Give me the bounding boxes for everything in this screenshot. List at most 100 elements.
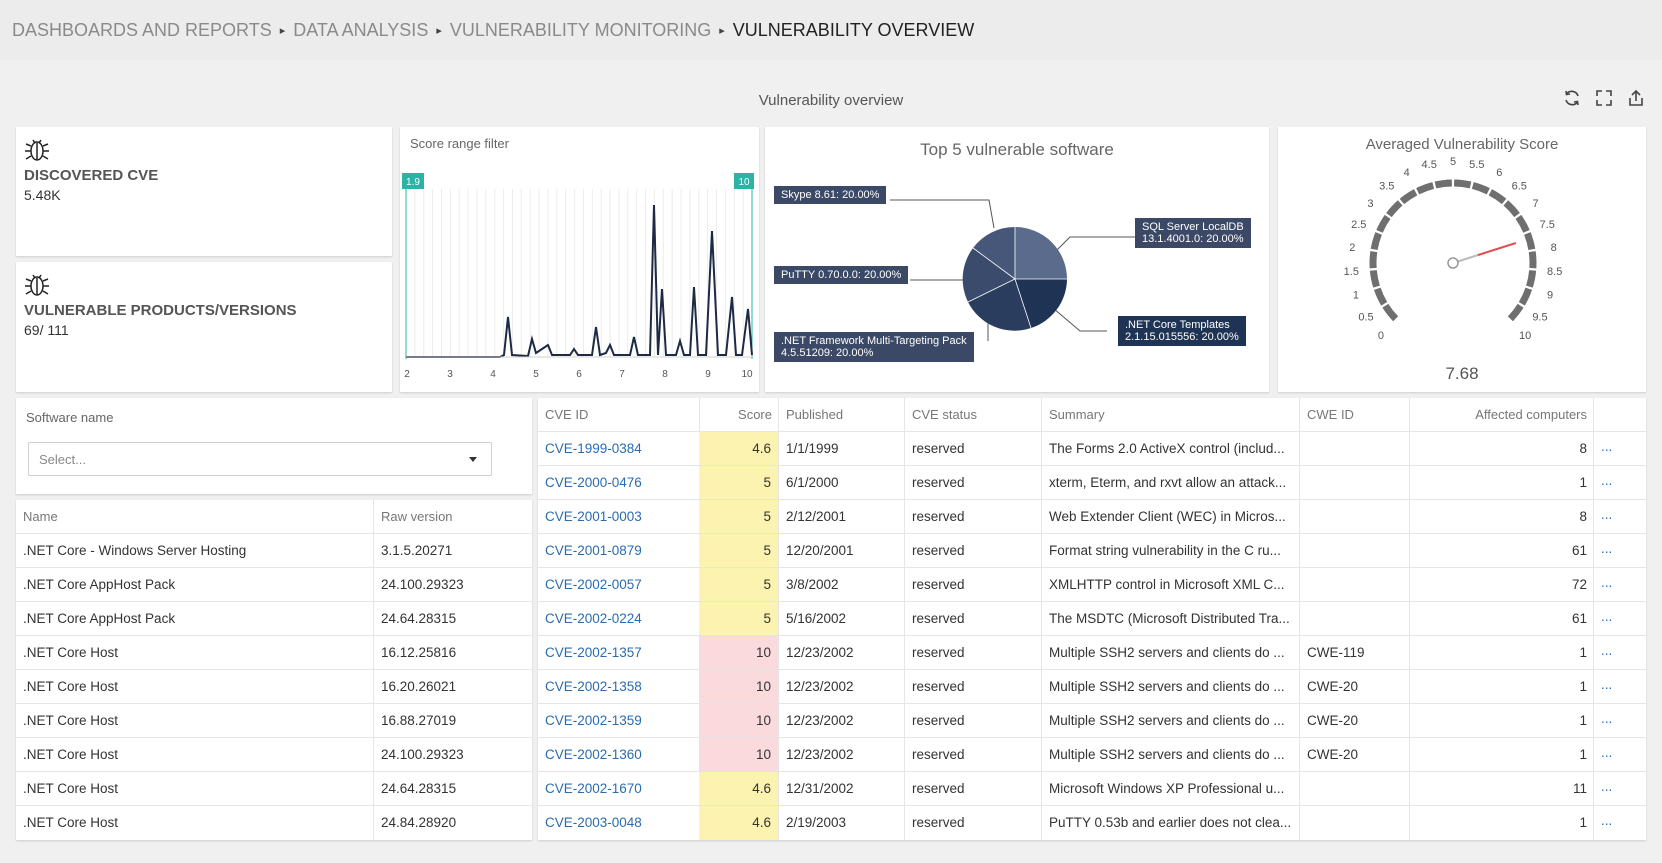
row-actions-button[interactable]: ...: [1594, 466, 1646, 500]
column-header-score[interactable]: Score: [700, 398, 779, 431]
fullscreen-icon[interactable]: [1594, 88, 1614, 108]
kpi-label: VULNERABLE PRODUCTS/VERSIONS: [24, 302, 297, 319]
column-header-published[interactable]: Published: [779, 398, 905, 431]
score-cell: 10: [699, 636, 778, 670]
raw-version-cell: 24.64.28315: [381, 611, 457, 626]
cve-id-link[interactable]: CVE-1999-0384: [538, 432, 699, 466]
cve-status-cell: reserved: [912, 441, 965, 456]
select-placeholder: Select...: [39, 452, 86, 467]
score-cell: 4.6: [699, 432, 778, 466]
gauge-tick-label: 5: [1450, 156, 1456, 168]
breadcrumb-vulnerability-monitoring[interactable]: VULNERABILITY MONITORING: [450, 20, 711, 40]
column-header-summary[interactable]: Summary: [1042, 398, 1300, 431]
gauge-arc-segment: [1376, 214, 1391, 233]
row-actions-button[interactable]: ...: [1594, 534, 1646, 568]
row-actions-button[interactable]: ...: [1594, 432, 1646, 466]
cve-id-link[interactable]: CVE-2002-1359: [538, 704, 699, 738]
x-tick-label: 2: [404, 369, 410, 380]
cve-id-link[interactable]: CVE-2001-0003: [538, 500, 699, 534]
gauge-tick-label: 4: [1404, 167, 1410, 179]
row-actions-button[interactable]: ...: [1594, 670, 1646, 704]
table-row[interactable]: .NET Core Host 16.12.25816: [16, 635, 532, 669]
gauge-needle-tip: [1477, 242, 1517, 257]
table-row[interactable]: CVE-2000-0476 5 6/1/2000 reserved xterm, Ete…: [538, 465, 1646, 500]
cve-status-cell: reserved: [912, 781, 965, 796]
table-row[interactable]: .NET Core AppHost Pack 24.100.29323: [16, 567, 532, 601]
cve-id-link[interactable]: CVE-2002-0057: [538, 568, 699, 602]
gauge-tick-label: 4.5: [1422, 159, 1437, 171]
export-icon[interactable]: [1626, 88, 1646, 108]
raw-version-cell: 24.100.29323: [381, 577, 464, 592]
row-actions-button[interactable]: ...: [1594, 636, 1646, 670]
software-name-cell: .NET Core AppHost Pack: [23, 611, 176, 626]
breadcrumb-data-analysis[interactable]: DATA ANALYSIS: [293, 20, 428, 40]
table-row[interactable]: CVE-2002-1358 10 12/23/2002 reserved Multipl…: [538, 669, 1646, 704]
pie-slice[interactable]: [1015, 227, 1067, 279]
table-row[interactable]: .NET Core Host 16.88.27019: [16, 703, 532, 737]
cve-id-link[interactable]: CVE-2002-1357: [538, 636, 699, 670]
dashboard-title: Vulnerability overview: [758, 92, 904, 109]
gauge-arc-segment: [1416, 182, 1435, 195]
affected-computers-cell: 1: [1579, 815, 1587, 830]
row-actions-button[interactable]: ...: [1594, 568, 1646, 602]
table-row[interactable]: .NET Core Host 24.64.28315: [16, 771, 532, 805]
gauge-chart: 0 0.5 1 1.5 2 2.53 3.5 4 4.5 5 5.5 6 6.5 77.5 8 8.5 99.5…: [1344, 156, 1563, 342]
row-actions-button[interactable]: ...: [1594, 806, 1646, 840]
table-row[interactable]: CVE-2002-1360 10 12/23/2002 reserved Multipl…: [538, 737, 1646, 772]
breadcrumb-separator: ▸: [719, 25, 725, 37]
table-row[interactable]: CVE-1999-0384 4.6 1/1/1999 reserved The Form…: [538, 431, 1646, 466]
column-header-affected-computers[interactable]: Affected computers: [1410, 398, 1594, 431]
published-cell: 12/20/2001: [786, 543, 854, 558]
breadcrumb-dashboards-and-reports[interactable]: DASHBOARDS AND REPORTS: [12, 20, 272, 40]
cwe-id-cell: CWE-20: [1307, 713, 1359, 728]
cve-id-link[interactable]: CVE-2003-0048: [538, 806, 699, 840]
row-actions-button[interactable]: ...: [1594, 500, 1646, 534]
table-row[interactable]: .NET Core AppHost Pack 24.64.28315: [16, 601, 532, 635]
score-range-chart[interactable]: 1.9 10 2 3 4 5 6 7 8 9 10: [400, 127, 759, 392]
table-row[interactable]: .NET Core Host 16.20.26021: [16, 669, 532, 703]
cve-id-link[interactable]: CVE-2002-1670: [538, 772, 699, 806]
column-header-cwe-id[interactable]: CWE ID: [1300, 398, 1410, 431]
row-actions-button[interactable]: ...: [1594, 738, 1646, 772]
table-row[interactable]: CVE-2001-0003 5 2/12/2001 reserved Web Exten…: [538, 499, 1646, 534]
column-header-cve-id[interactable]: CVE ID: [538, 398, 700, 431]
column-header-name[interactable]: Name: [16, 500, 374, 533]
cve-id-link[interactable]: CVE-2002-1360: [538, 738, 699, 772]
row-actions-button[interactable]: ...: [1594, 772, 1646, 806]
gauge-arc-segment: [1454, 179, 1472, 189]
gauge-arc-segment: [1526, 270, 1537, 288]
cve-status-cell: reserved: [912, 713, 965, 728]
cve-id-link[interactable]: CVE-2002-1358: [538, 670, 699, 704]
gauge-arc-segment: [1382, 303, 1399, 322]
affected-computers-cell: 1: [1579, 713, 1587, 728]
software-name-cell: .NET Core Host: [23, 679, 119, 694]
table-row[interactable]: CVE-2003-0048 4.6 2/19/2003 reserved PuTTY 0…: [538, 805, 1646, 840]
table-row[interactable]: CVE-2002-1670 4.6 12/31/2002 reserved Micros…: [538, 771, 1646, 806]
table-row[interactable]: CVE-2002-0057 5 3/8/2002 reserved XMLHTTP co…: [538, 567, 1646, 602]
table-row[interactable]: CVE-2001-0879 5 12/20/2001 reserved Format s…: [538, 533, 1646, 568]
refresh-icon[interactable]: [1562, 88, 1582, 108]
gauge-arc-segment: [1399, 189, 1418, 205]
gauge-tick-label: 3.5: [1379, 180, 1394, 192]
row-actions-button[interactable]: ...: [1594, 602, 1646, 636]
cve-id-link[interactable]: CVE-2002-0224: [538, 602, 699, 636]
table-row[interactable]: .NET Core - Windows Server Hosting 3.1.5.…: [16, 533, 532, 567]
table-row[interactable]: CVE-2002-1357 10 12/23/2002 reserved Multipl…: [538, 635, 1646, 670]
gauge-tick-label: 1.5: [1344, 266, 1359, 278]
column-header-raw-version[interactable]: Raw version: [374, 500, 532, 533]
software-name-cell: .NET Core Host: [23, 747, 119, 762]
summary-cell: xterm, Eterm, and rxvt allow an attack..…: [1049, 475, 1287, 490]
table-row[interactable]: .NET Core Host 24.84.28920: [16, 805, 532, 839]
cve-id-link[interactable]: CVE-2001-0879: [538, 534, 699, 568]
gauge-tick-label: 2: [1349, 242, 1355, 254]
table-row[interactable]: .NET Core Host 24.100.29323: [16, 737, 532, 771]
table-row[interactable]: CVE-2002-1359 10 12/23/2002 reserved Multipl…: [538, 703, 1646, 738]
breadcrumb-separator: ▸: [436, 25, 442, 37]
cve-id-link[interactable]: CVE-2000-0476: [538, 466, 699, 500]
table-row[interactable]: CVE-2002-0224 5 5/16/2002 reserved The MSDTC…: [538, 601, 1646, 636]
software-name-select[interactable]: Select...: [28, 442, 492, 476]
score-cell: 5: [699, 534, 778, 568]
row-actions-button[interactable]: ...: [1594, 704, 1646, 738]
x-tick-label: 3: [447, 369, 453, 380]
column-header-cve-status[interactable]: CVE status: [905, 398, 1042, 431]
